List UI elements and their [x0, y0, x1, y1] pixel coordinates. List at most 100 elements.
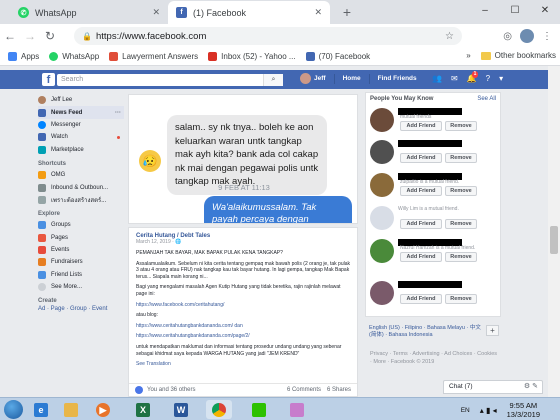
remove-button[interactable]: Remove [445, 252, 477, 262]
share-count[interactable]: 6 Shares [327, 387, 351, 393]
post-link[interactable]: https://www.facebook.com/ceritahutang/ [136, 302, 350, 309]
taskbar-wechat[interactable] [246, 400, 272, 419]
language-indicator[interactable]: EN [461, 407, 470, 414]
taskbar-chrome[interactable] [206, 400, 232, 419]
messenger-icon[interactable]: ✉ [451, 74, 458, 83]
taskbar-explorer[interactable] [58, 400, 84, 419]
more-bookmarks-chevron[interactable]: » [466, 51, 470, 60]
avatar[interactable] [370, 239, 394, 263]
clock-date: 13/3/2019 [506, 410, 540, 419]
extension-icon[interactable]: ◎ [503, 31, 512, 42]
see-more-link[interactable]: See More... [38, 281, 124, 293]
facebook-search-input[interactable]: Search [57, 74, 283, 86]
mutual-friends-text: Nazrul Hamzah is a mutual friend. [400, 245, 476, 251]
avatar[interactable] [300, 73, 311, 84]
sidebar-item-marketplace[interactable]: Marketplace [38, 144, 124, 156]
sidebar-item-friend-lists[interactable]: Friend Lists [38, 269, 124, 281]
facebook-logo[interactable]: f [42, 73, 55, 86]
avatar[interactable] [370, 173, 394, 197]
see-translation-link[interactable]: See Translation [136, 361, 350, 368]
close-window-button[interactable]: ✕ [530, 0, 560, 24]
shortcut-item[interactable]: OMG [38, 169, 124, 181]
add-friend-button[interactable]: Add Friend [400, 219, 442, 229]
bookmark-apps[interactable]: Apps [8, 52, 39, 61]
scrollbar-thumb[interactable] [550, 226, 558, 254]
sidebar-item-watch[interactable]: Watch [38, 131, 124, 143]
remove-button[interactable]: Remove [445, 186, 477, 196]
sidebar-item-fundraisers[interactable]: Fundraisers [38, 256, 124, 268]
comment-count[interactable]: 6 Comments [287, 387, 321, 393]
shortcut-item[interactable]: เพราะต้องสร้างสตร์... [38, 194, 124, 206]
address-bar[interactable]: 🔒 https://www.facebook.com ☆ [74, 27, 462, 45]
bookmark-yahoo-inbox[interactable]: Inbox (52) - Yahoo ... [208, 52, 296, 61]
page-scrollbar[interactable] [548, 66, 560, 397]
tab-whatsapp[interactable]: ✆ WhatsApp ✕ [10, 1, 168, 24]
sidebar-item-pages[interactable]: Pages [38, 232, 124, 244]
minimize-button[interactable]: – [470, 0, 500, 24]
post-date[interactable]: March 12, 2019 · 🌐 [136, 239, 350, 245]
star-icon[interactable]: ☆ [445, 31, 454, 42]
taskbar-excel[interactable]: X [130, 400, 156, 419]
close-icon[interactable]: ✕ [152, 7, 160, 18]
search-icon[interactable]: ⌕ [263, 74, 283, 86]
find-friends-link[interactable]: Find Friends [378, 75, 417, 82]
remove-button[interactable]: Remove [445, 294, 477, 304]
sidebar-item-messenger[interactable]: Messenger [38, 119, 124, 131]
new-tab-button[interactable]: + [338, 4, 356, 20]
profile-link[interactable]: Jeff [314, 75, 326, 82]
menu-icon[interactable]: ⋮ [542, 31, 552, 42]
more-icon[interactable]: ··· [115, 110, 121, 116]
bookmark-whatsapp[interactable]: WhatsApp [49, 52, 99, 61]
add-friend-button[interactable]: Add Friend [400, 294, 442, 304]
close-icon[interactable]: ✕ [314, 7, 322, 18]
remove-button[interactable]: Remove [445, 219, 477, 229]
footer-links[interactable]: Privacy · Terms · Advertising · Ad Choic… [370, 350, 500, 366]
reaction-count[interactable]: You and 36 others [147, 387, 196, 393]
remove-button[interactable]: Remove [445, 121, 477, 131]
language-links[interactable]: English (US) · Filipino · Bahasa Melayu … [365, 322, 501, 339]
other-bookmarks[interactable]: » Other bookmarks [466, 51, 556, 60]
avatar[interactable] [370, 140, 394, 164]
notifications-icon[interactable]: 🔔 1 [467, 71, 479, 83]
settings-icon[interactable]: ⚙ ✎ [524, 381, 538, 393]
sidebar-item-news-feed[interactable]: News Feed ··· [38, 106, 124, 119]
taskbar-paint[interactable] [284, 400, 310, 419]
see-all-link[interactable]: See All [477, 96, 496, 102]
maximize-button[interactable]: ☐ [500, 0, 530, 24]
taskbar-media[interactable]: ▶ [90, 400, 116, 419]
taskbar-word[interactable]: W [168, 400, 194, 419]
taskbar-ie[interactable]: e [28, 400, 54, 419]
tab-facebook[interactable]: f (1) Facebook ✕ [168, 1, 330, 24]
chat-sidebar-toggle[interactable]: Chat (7) ⚙ ✎ [443, 380, 543, 394]
add-friend-button[interactable]: Add Friend [400, 121, 442, 131]
forward-arrow-icon[interactable]: → [20, 29, 40, 43]
help-icon[interactable]: ? [486, 74, 490, 83]
sidebar-item-events[interactable]: Events [38, 244, 124, 256]
add-language-button[interactable]: + [486, 325, 499, 336]
create-links[interactable]: Ad · Page · Group · Event [38, 306, 124, 316]
friends-icon[interactable]: 👥 [432, 74, 442, 83]
post-link[interactable]: https://www.ceritahutangbankdananda.com/… [136, 333, 350, 340]
profile-avatar[interactable] [520, 29, 534, 43]
avatar[interactable] [370, 206, 394, 230]
start-button[interactable] [4, 400, 23, 419]
home-link[interactable]: Home [343, 75, 361, 82]
post-link[interactable]: https://www.ceritahutangbankdananda.com/… [136, 323, 350, 330]
facebook-nav: Jeff Home Find Friends [300, 73, 417, 84]
avatar[interactable] [370, 281, 394, 305]
add-friend-button[interactable]: Add Friend [400, 252, 442, 262]
tray-icons[interactable]: ▴ ▮ ◂ [480, 406, 497, 415]
avatar[interactable] [370, 108, 394, 132]
dropdown-icon[interactable]: ▾ [499, 74, 503, 83]
bookmark-facebook[interactable]: (70) Facebook [305, 52, 370, 61]
remove-button[interactable]: Remove [445, 153, 477, 163]
shortcut-item[interactable]: Inbound & Outboun... [38, 181, 124, 193]
sidebar-item-profile[interactable]: Jeff Lee [38, 94, 124, 106]
add-friend-button[interactable]: Add Friend [400, 186, 442, 196]
add-friend-button[interactable]: Add Friend [400, 153, 442, 163]
back-arrow-icon[interactable]: ← [0, 29, 20, 43]
bookmark-lawyerment[interactable]: Lawyerment Answers [109, 52, 198, 61]
clock[interactable]: 9:55 AM 13/3/2019 [507, 401, 540, 419]
reload-icon[interactable]: ↻ [40, 29, 60, 43]
sidebar-item-groups[interactable]: Groups [38, 219, 124, 231]
